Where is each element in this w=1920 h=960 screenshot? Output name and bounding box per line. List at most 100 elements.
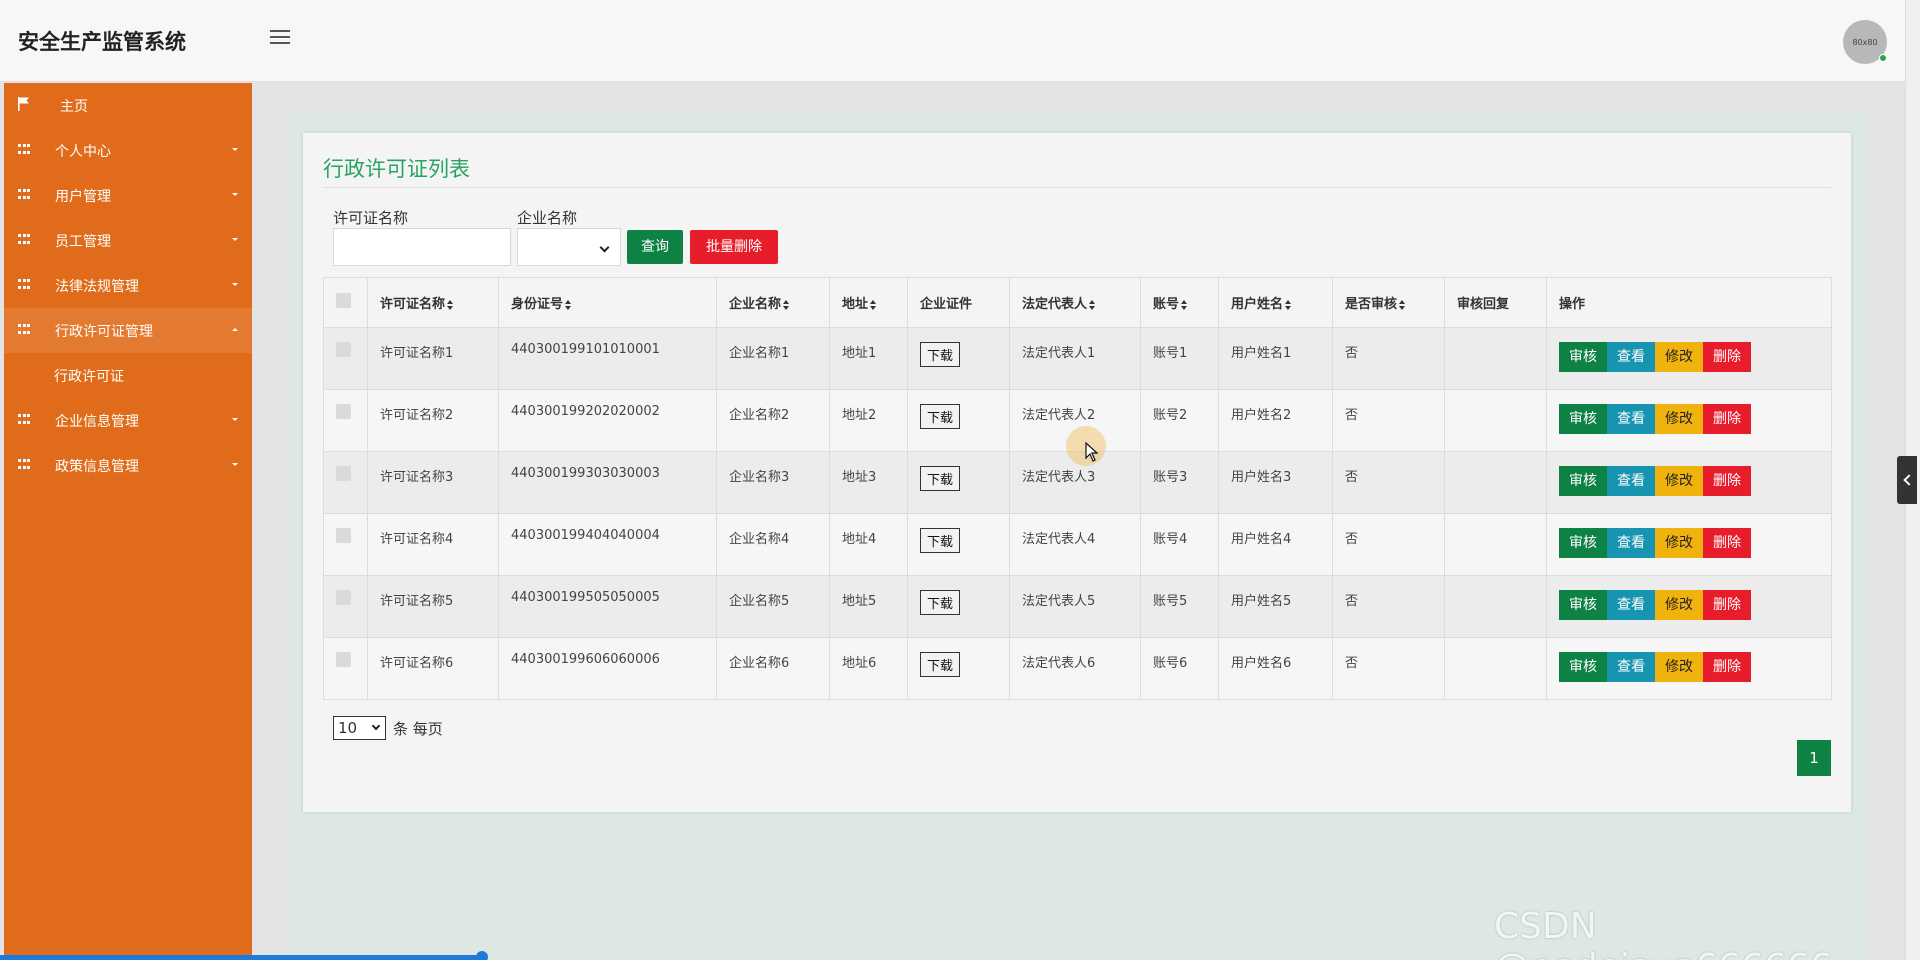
select-all-checkbox[interactable] [336, 293, 351, 308]
row-checkbox-cell[interactable] [323, 451, 368, 514]
company-certificate-cell: 下载 [907, 513, 1010, 576]
sort-icon[interactable] [565, 299, 572, 310]
view-button[interactable]: 查看 [1607, 466, 1655, 496]
audit-button[interactable]: 审核 [1559, 652, 1607, 682]
column-header[interactable]: 身份证号 [498, 277, 717, 328]
row-checkbox[interactable] [336, 466, 351, 481]
delete-button[interactable]: 删除 [1703, 404, 1751, 434]
column-header[interactable]: 企业名称 [716, 277, 830, 328]
sort-icon[interactable] [1399, 299, 1406, 310]
edit-button[interactable]: 修改 [1655, 528, 1703, 558]
row-checkbox-cell[interactable] [323, 389, 368, 452]
edit-button[interactable]: 修改 [1655, 342, 1703, 372]
address-cell: 地址3 [829, 451, 908, 514]
username-cell: 用户姓名4 [1218, 513, 1333, 576]
sort-icon[interactable] [1285, 299, 1292, 310]
download-button[interactable]: 下载 [920, 528, 961, 553]
view-button[interactable]: 查看 [1607, 590, 1655, 620]
account-cell: 账号5 [1140, 575, 1219, 638]
view-button[interactable]: 查看 [1607, 342, 1655, 372]
sidebar-item-policy-management[interactable]: 政策信息管理 [4, 443, 252, 488]
column-header[interactable]: 用户姓名 [1218, 277, 1333, 328]
column-header[interactable]: 地址 [829, 277, 908, 328]
sidebar-item-license-management[interactable]: 行政许可证管理 [4, 308, 252, 353]
column-header[interactable]: 法定代表人 [1009, 277, 1141, 328]
license-name-input[interactable] [333, 228, 511, 266]
sort-icon[interactable] [447, 299, 454, 310]
address-cell: 地址2 [829, 389, 908, 452]
edit-button[interactable]: 修改 [1655, 404, 1703, 434]
table-row: 许可证名称4 440300199404040004 企业名称4 地址4 下载 法定代表人4… [323, 513, 1832, 576]
download-button[interactable]: 下载 [920, 590, 961, 615]
row-checkbox[interactable] [336, 342, 351, 357]
account-cell: 账号3 [1140, 451, 1219, 514]
column-header: 审核回复 [1444, 277, 1547, 328]
row-checkbox[interactable] [336, 528, 351, 543]
row-checkbox-cell[interactable] [323, 575, 368, 638]
sidebar-item-laws-management[interactable]: 法律法规管理 [4, 263, 252, 308]
audit-button[interactable]: 审核 [1559, 342, 1607, 372]
column-header[interactable]: 许可证名称 [367, 277, 499, 328]
collapse-panel-tab[interactable] [1897, 456, 1917, 504]
column-header[interactable]: 账号 [1140, 277, 1219, 328]
view-button[interactable]: 查看 [1607, 528, 1655, 558]
column-header[interactable]: 是否审核 [1332, 277, 1445, 328]
sidebar-item-user-management[interactable]: 用户管理 [4, 173, 252, 218]
sidebar-subitem-license[interactable]: 行政许可证 [4, 353, 252, 398]
license-name-cell: 许可证名称4 [367, 513, 499, 576]
table-row: 许可证名称6 440300199606060006 企业名称6 地址6 下载 法定代表人6… [323, 637, 1832, 700]
edit-button[interactable]: 修改 [1655, 466, 1703, 496]
select-all-checkbox-cell[interactable] [323, 277, 368, 328]
grid-icon [18, 279, 31, 291]
id-number-cell: 440300199202020002 [498, 389, 717, 452]
sort-icon[interactable] [783, 299, 790, 310]
audit-button[interactable]: 审核 [1559, 590, 1607, 620]
progress-handle[interactable] [476, 951, 488, 960]
download-button[interactable]: 下载 [920, 404, 961, 429]
sidebar-item-home[interactable]: 主页 [4, 83, 252, 128]
legal-representative-cell: 法定代表人4 [1009, 513, 1141, 576]
sidebar-item-company-management[interactable]: 企业信息管理 [4, 398, 252, 443]
sort-icon[interactable] [1181, 299, 1188, 310]
flag-icon [18, 97, 29, 111]
watermark: CSDN @nodejava666666 [1494, 906, 1833, 960]
delete-button[interactable]: 删除 [1703, 466, 1751, 496]
edit-button[interactable]: 修改 [1655, 652, 1703, 682]
license-name-cell: 许可证名称3 [367, 451, 499, 514]
view-button[interactable]: 查看 [1607, 404, 1655, 434]
bulk-delete-button[interactable]: 批量删除 [690, 230, 778, 264]
sidebar-item-employee-management[interactable]: 员工管理 [4, 218, 252, 263]
audit-button[interactable]: 审核 [1559, 528, 1607, 558]
delete-button[interactable]: 删除 [1703, 652, 1751, 682]
delete-button[interactable]: 删除 [1703, 590, 1751, 620]
progress-bar [0, 955, 482, 960]
download-button[interactable]: 下载 [920, 652, 961, 677]
page-number-button[interactable]: 1 [1797, 740, 1831, 776]
company-name-select[interactable] [517, 228, 621, 266]
audit-button[interactable]: 审核 [1559, 404, 1607, 434]
sort-icon[interactable] [870, 299, 877, 310]
audit-button[interactable]: 审核 [1559, 466, 1607, 496]
title-divider [323, 187, 1831, 188]
delete-button[interactable]: 删除 [1703, 342, 1751, 372]
row-checkbox[interactable] [336, 404, 351, 419]
actions-cell: 审核 查看 修改 删除 [1546, 637, 1832, 700]
sort-icon[interactable] [1089, 299, 1096, 310]
view-button[interactable]: 查看 [1607, 652, 1655, 682]
download-button[interactable]: 下载 [920, 342, 961, 367]
row-checkbox-cell[interactable] [323, 637, 368, 700]
username-cell: 用户姓名3 [1218, 451, 1333, 514]
page-size-select[interactable]: 10 [333, 716, 386, 740]
row-checkbox-cell[interactable] [323, 327, 368, 390]
license-name-label: 许可证名称 [333, 209, 409, 227]
edit-button[interactable]: 修改 [1655, 590, 1703, 620]
row-checkbox[interactable] [336, 652, 351, 667]
sidebar-item-personal-center[interactable]: 个人中心 [4, 128, 252, 173]
license-name-cell: 许可证名称1 [367, 327, 499, 390]
query-button[interactable]: 查询 [627, 230, 683, 264]
delete-button[interactable]: 删除 [1703, 528, 1751, 558]
row-checkbox-cell[interactable] [323, 513, 368, 576]
row-checkbox[interactable] [336, 590, 351, 605]
download-button[interactable]: 下载 [920, 466, 961, 491]
menu-toggle-icon[interactable] [270, 30, 290, 46]
